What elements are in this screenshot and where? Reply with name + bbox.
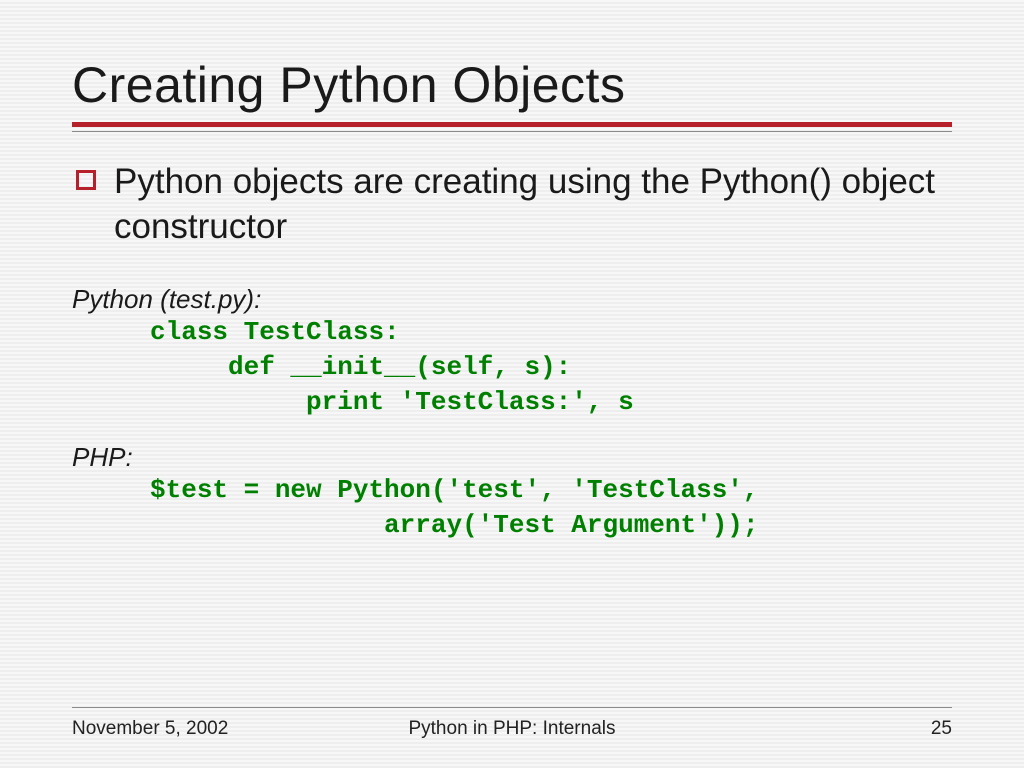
python-code-block: class TestClass: def __init__(self, s): …	[72, 315, 952, 420]
php-section-label: PHP:	[72, 442, 952, 473]
square-bullet-icon	[76, 170, 96, 190]
presentation-slide: Creating Python Objects Python objects a…	[0, 0, 1024, 768]
footer-page-number: 25	[659, 718, 952, 740]
footer-date: November 5, 2002	[72, 718, 365, 740]
php-code-block: $test = new Python('test', 'TestClass', …	[72, 473, 952, 543]
bullet-text: Python objects are creating using the Py…	[114, 160, 952, 250]
title-underline-thin	[72, 131, 952, 132]
title-underline-thick	[72, 122, 952, 127]
footer-title: Python in PHP: Internals	[365, 718, 658, 740]
slide-title: Creating Python Objects	[72, 56, 952, 114]
slide-footer: November 5, 2002 Python in PHP: Internal…	[72, 707, 952, 740]
bullet-item: Python objects are creating using the Py…	[72, 160, 952, 250]
python-section-label: Python (test.py):	[72, 284, 952, 315]
